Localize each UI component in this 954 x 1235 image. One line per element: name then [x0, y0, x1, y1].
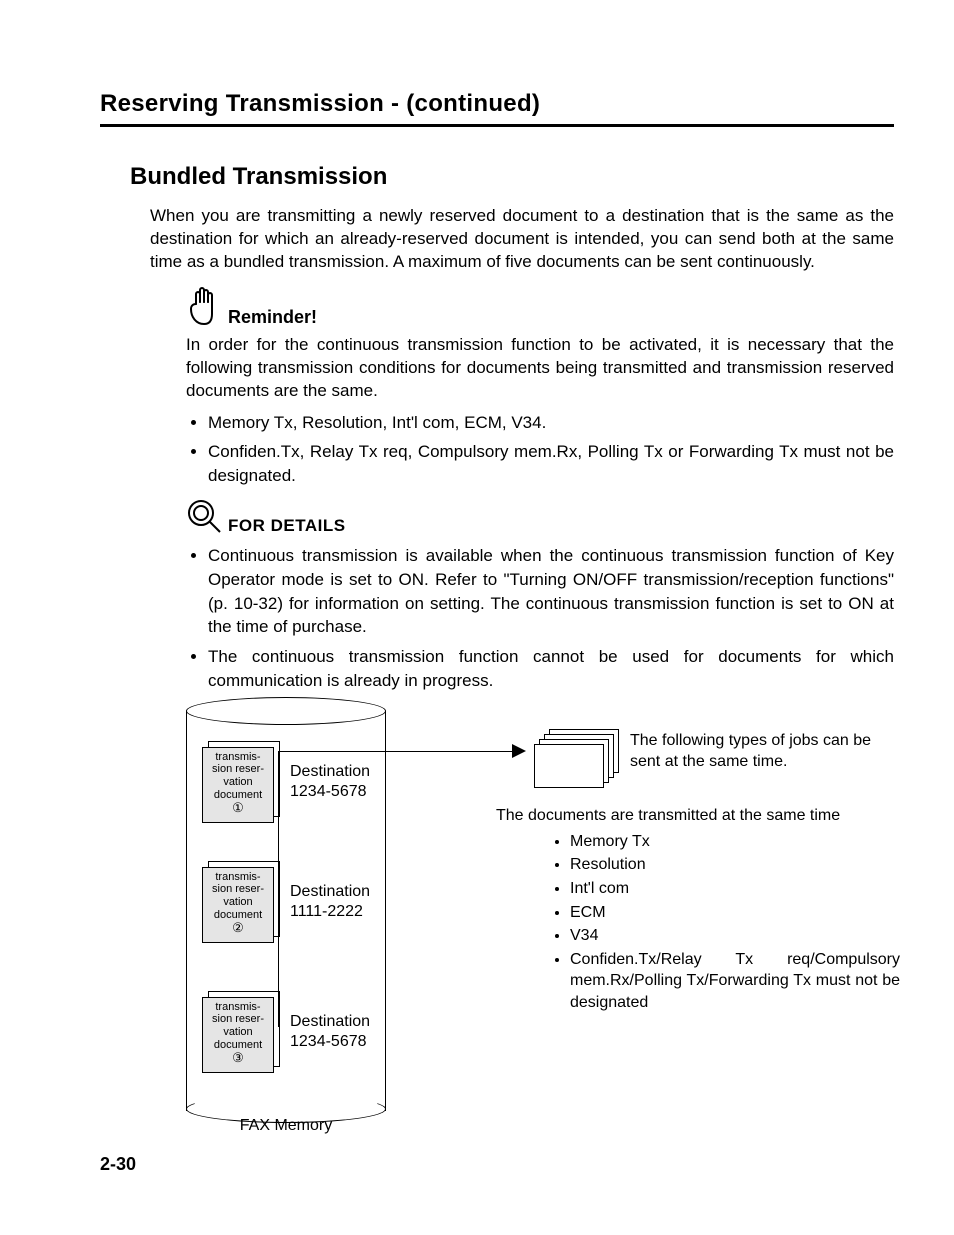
destination-number: 1234-5678 [290, 783, 367, 800]
details-bullet: The continuous transmission function can… [208, 645, 894, 693]
intro-paragraph: When you are transmitting a newly reserv… [150, 205, 894, 274]
arrow-head-icon [512, 744, 526, 758]
reminder-body: In order for the continuous transmission… [186, 334, 894, 403]
bundle-caption: The following types of jobs can be sent … [630, 731, 890, 773]
doc-number-icon: ③ [232, 1050, 244, 1065]
doc-label-line: transmis- [215, 751, 260, 763]
page-number: 2-30 [100, 1154, 136, 1175]
condition-item: Resolution [570, 854, 900, 876]
same-time-caption: The documents are transmitted at the sam… [496, 807, 896, 825]
doc-label-line: transmis- [215, 1001, 260, 1013]
doc-label-line: sion reser- [212, 763, 264, 775]
doc-number-icon: ① [232, 800, 244, 815]
reservation-doc-2: transmis- sion reser- vation document ② … [202, 861, 372, 943]
doc-label-line: vation [223, 896, 252, 908]
destination-label: Destination [290, 763, 370, 780]
destination-number: 1111-2222 [290, 903, 363, 920]
reminder-bullets: Memory Tx, Resolution, Int'l com, ECM, V… [208, 411, 894, 488]
details-label: FOR DETAILS [228, 516, 346, 536]
running-head: Reserving Transmission - (continued) [100, 90, 894, 127]
condition-item: V34 [570, 925, 900, 947]
reminder-bullet: Confiden.Tx, Relay Tx req, Compulsory me… [208, 440, 894, 488]
reminder-block: Reminder! In order for the continuous tr… [186, 284, 894, 488]
details-bullet: Continuous transmission is available whe… [208, 544, 894, 639]
doc-label-line: transmis- [215, 871, 260, 883]
bundled-output-stack [534, 729, 624, 789]
condition-item: Int'l com [570, 878, 900, 900]
fax-memory-label: FAX Memory [186, 1117, 386, 1135]
doc-label-line: sion reser- [212, 883, 264, 895]
reservation-doc-3: transmis- sion reser- vation document ③ … [202, 991, 372, 1073]
doc-label-line: document [214, 1039, 262, 1051]
reminder-bullet: Memory Tx, Resolution, Int'l com, ECM, V… [208, 411, 894, 435]
doc-label-line: vation [223, 776, 252, 788]
destination-label: Destination [290, 883, 370, 900]
hand-stop-icon [186, 284, 222, 328]
condition-item: Confiden.Tx/Relay Tx req/Compulsory mem.… [570, 949, 900, 1014]
doc-label-line: document [214, 789, 262, 801]
reservation-doc-1: transmis- sion reser- vation document ① … [202, 741, 372, 823]
section-title: Bundled Transmission [130, 163, 894, 191]
condition-item: Memory Tx [570, 831, 900, 853]
arrow-line [278, 751, 518, 752]
details-bullets: Continuous transmission is available whe… [208, 544, 894, 693]
details-block: FOR DETAILS Continuous transmission is a… [186, 498, 894, 693]
magnifier-icon [186, 498, 222, 536]
destination-label: Destination [290, 1013, 370, 1030]
conditions-list: Memory Tx Resolution Int'l com ECM V34 C… [550, 831, 900, 1016]
reminder-label: Reminder! [228, 307, 317, 328]
doc-label-line: document [214, 909, 262, 921]
bundled-transmission-diagram: FAX Memory transmis- sion reser- vation … [186, 711, 894, 1151]
doc-label-line: vation [223, 1026, 252, 1038]
arrow-merge-line [278, 751, 279, 1027]
destination-number: 1234-5678 [290, 1033, 367, 1050]
doc-number-icon: ② [232, 920, 244, 935]
condition-item: ECM [570, 902, 900, 924]
doc-label-line: sion reser- [212, 1013, 264, 1025]
